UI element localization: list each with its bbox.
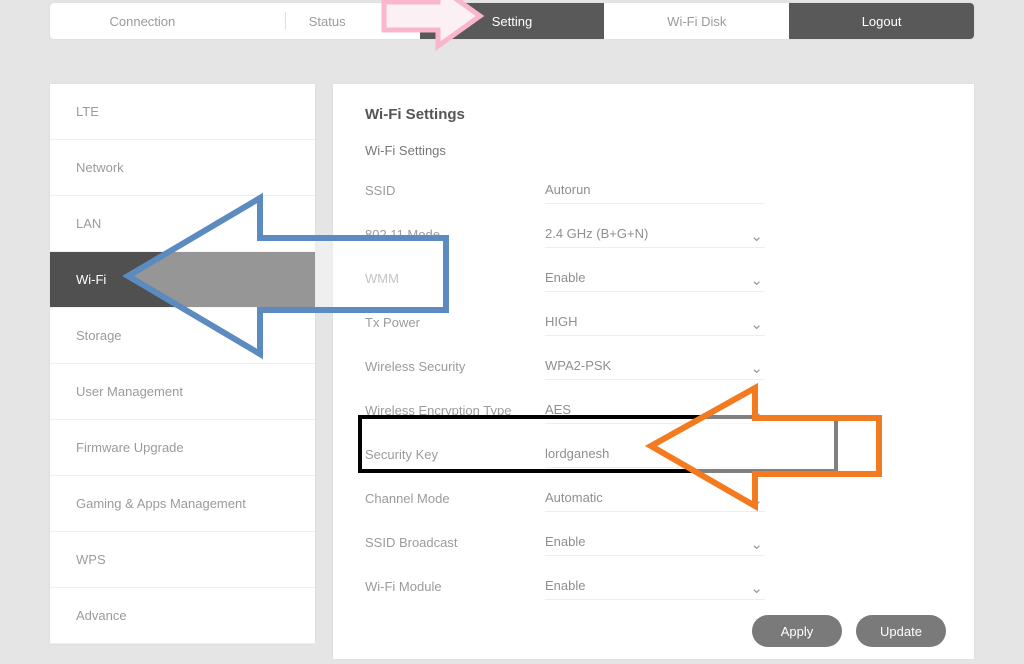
page-title: Wi-Fi Settings: [333, 84, 974, 143]
sidebar-item-label: User Management: [76, 384, 183, 399]
sidebar-item-network[interactable]: Network: [50, 140, 315, 196]
label-txpower: Tx Power: [365, 315, 545, 330]
tab-logout[interactable]: Logout: [789, 3, 974, 39]
sidebar-item-gaming-apps[interactable]: Gaming & Apps Management: [50, 476, 315, 532]
tab-wifi-disk-label: Wi-Fi Disk: [667, 14, 726, 29]
update-button[interactable]: Update: [856, 615, 946, 647]
sidebar-item-label: Network: [76, 160, 124, 175]
broadcast-select[interactable]: Enable ⌄: [545, 528, 765, 556]
wmm-value: Enable: [545, 264, 765, 292]
row-broadcast: SSID Broadcast Enable ⌄: [365, 520, 942, 564]
encryption-value: AES: [545, 396, 765, 424]
sidebar-item-wifi[interactable]: Wi-Fi: [50, 252, 315, 308]
label-wmm: WMM: [365, 271, 545, 286]
row-mode: 802.11 Mode 2.4 GHz (B+G+N) ⌄: [365, 212, 942, 256]
sidebar-item-label: Storage: [76, 328, 122, 343]
ssid-field[interactable]: [545, 176, 765, 204]
row-channel: Channel Mode Automatic ⌄: [365, 476, 942, 520]
tab-status-label: Status: [309, 14, 346, 29]
label-security: Wireless Security: [365, 359, 545, 374]
section-title: Wi-Fi Settings: [333, 143, 974, 168]
row-encryption: Wireless Encryption Type AES ⌄: [365, 388, 942, 432]
tab-wifi-disk[interactable]: Wi-Fi Disk: [604, 3, 789, 39]
sidebar-item-label: Advance: [76, 608, 127, 623]
label-channel: Channel Mode: [365, 491, 545, 506]
security-key-input[interactable]: [545, 440, 765, 468]
wmm-select[interactable]: Enable ⌄: [545, 264, 765, 292]
tab-logout-label: Logout: [862, 14, 902, 29]
encryption-select[interactable]: AES ⌄: [545, 396, 765, 424]
security-select[interactable]: WPA2-PSK ⌄: [545, 352, 765, 380]
label-broadcast: SSID Broadcast: [365, 535, 545, 550]
form-rows: SSID 802.11 Mode 2.4 GHz (B+G+N) ⌄ WMM E…: [333, 168, 974, 608]
row-wmm: WMM Enable ⌄: [365, 256, 942, 300]
sidebar-item-label: Gaming & Apps Management: [76, 496, 246, 511]
sidebar-item-label: LAN: [76, 216, 101, 231]
sidebar-item-wps[interactable]: WPS: [50, 532, 315, 588]
label-mode: 802.11 Mode: [365, 227, 545, 242]
sidebar-item-advance[interactable]: Advance: [50, 588, 315, 644]
channel-select[interactable]: Automatic ⌄: [545, 484, 765, 512]
sidebar-item-lan[interactable]: LAN: [50, 196, 315, 252]
topnav: Connection Status Setting Wi-Fi Disk Log…: [50, 3, 974, 39]
footer-buttons: Apply Update: [752, 615, 946, 647]
mode-select[interactable]: 2.4 GHz (B+G+N) ⌄: [545, 220, 765, 248]
row-security-key: Security Key: [365, 432, 942, 476]
label-module: Wi-Fi Module: [365, 579, 545, 594]
module-value: Enable: [545, 572, 765, 600]
txpower-select[interactable]: HIGH ⌄: [545, 308, 765, 336]
security-key-field[interactable]: [545, 440, 765, 468]
label-security-key: Security Key: [365, 447, 545, 462]
sidebar-item-label: LTE: [76, 104, 99, 119]
txpower-value: HIGH: [545, 308, 765, 336]
row-ssid: SSID: [365, 168, 942, 212]
tab-status[interactable]: Status: [235, 3, 420, 39]
apply-button[interactable]: Apply: [752, 615, 842, 647]
sidebar-item-label: Wi-Fi: [76, 272, 106, 287]
tab-setting[interactable]: Setting: [420, 3, 605, 39]
row-security: Wireless Security WPA2-PSK ⌄: [365, 344, 942, 388]
tab-setting-label: Setting: [492, 14, 532, 29]
sidebar-item-label: Firmware Upgrade: [76, 440, 184, 455]
sidebar-item-lte[interactable]: LTE: [50, 84, 315, 140]
mode-value: 2.4 GHz (B+G+N): [545, 220, 765, 248]
sidebar: LTE Network LAN Wi-Fi Storage User Manag…: [50, 84, 315, 644]
broadcast-value: Enable: [545, 528, 765, 556]
tab-connection[interactable]: Connection: [50, 3, 235, 39]
main-panel: Wi-Fi Settings Wi-Fi Settings SSID 802.1…: [333, 84, 974, 659]
sidebar-item-storage[interactable]: Storage: [50, 308, 315, 364]
label-ssid: SSID: [365, 183, 545, 198]
row-txpower: Tx Power HIGH ⌄: [365, 300, 942, 344]
channel-value: Automatic: [545, 484, 765, 512]
module-select[interactable]: Enable ⌄: [545, 572, 765, 600]
label-encryption: Wireless Encryption Type: [365, 403, 545, 418]
row-module: Wi-Fi Module Enable ⌄: [365, 564, 942, 608]
ssid-input[interactable]: [545, 176, 765, 204]
security-value: WPA2-PSK: [545, 352, 765, 380]
sidebar-item-user-management[interactable]: User Management: [50, 364, 315, 420]
sidebar-item-label: WPS: [76, 552, 106, 567]
sidebar-item-firmware-upgrade[interactable]: Firmware Upgrade: [50, 420, 315, 476]
tab-connection-label: Connection: [110, 14, 176, 29]
